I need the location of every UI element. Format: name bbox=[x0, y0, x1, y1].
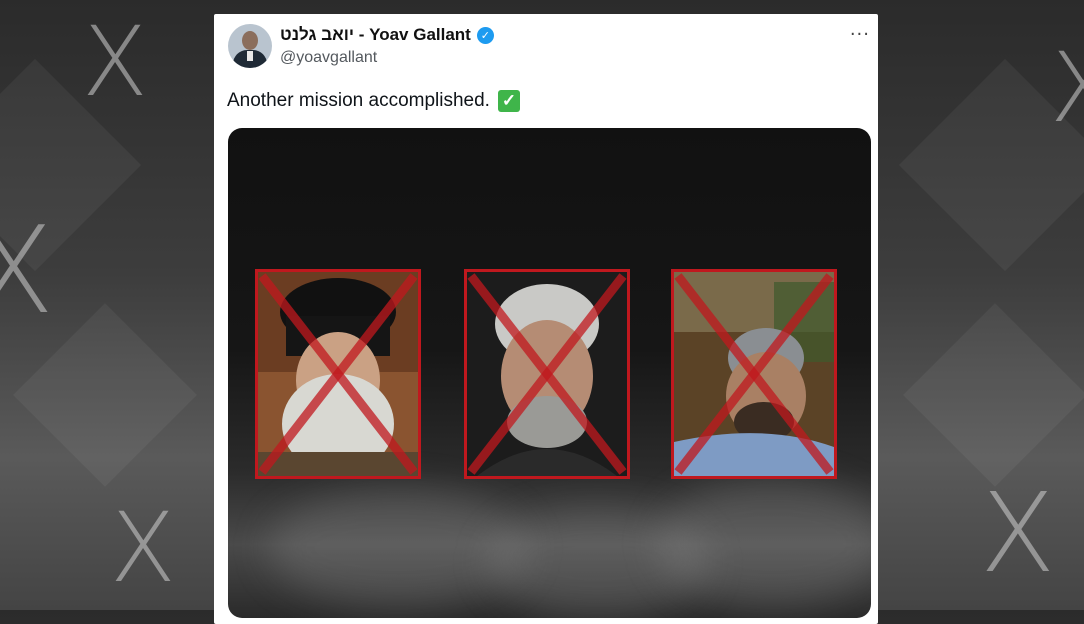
tweet-text: Another mission accomplished. bbox=[227, 90, 490, 111]
x-logo-icon: X bbox=[82, 6, 148, 118]
avatar[interactable] bbox=[228, 24, 272, 68]
smoke-cloud bbox=[268, 488, 528, 608]
smoke-cloud bbox=[658, 478, 871, 608]
crossed-portrait-1 bbox=[255, 269, 421, 479]
check-mark-icon: ✓ bbox=[497, 90, 520, 112]
author-name[interactable]: יואב גלנט - Yoav Gallant bbox=[280, 25, 471, 45]
avatar-shirt bbox=[247, 51, 253, 61]
avatar-head bbox=[242, 31, 258, 50]
cross-out-mark bbox=[674, 273, 834, 475]
background-tile bbox=[903, 303, 1084, 487]
cross-out-mark bbox=[258, 273, 418, 475]
more-options-icon[interactable]: ··· bbox=[850, 24, 870, 45]
cross-out-mark bbox=[467, 273, 627, 475]
tweet-media-image[interactable] bbox=[228, 128, 871, 618]
author-handle[interactable]: @yoavgallant bbox=[280, 49, 377, 67]
tweet-card: יואב גלנט - Yoav Gallant ✓ @yoavgallant … bbox=[214, 14, 878, 624]
verified-badge-icon: ✓ bbox=[476, 26, 494, 44]
x-logo-icon: X bbox=[0, 202, 55, 341]
tweet-text-row: Another mission accomplished. ✓ bbox=[227, 90, 520, 112]
crossed-portrait-3 bbox=[671, 269, 837, 479]
crossed-portrait-2 bbox=[464, 269, 630, 479]
x-logo-icon: X bbox=[980, 469, 1056, 597]
x-logo-icon: X bbox=[1050, 32, 1084, 144]
x-logo-icon: X bbox=[110, 492, 176, 604]
author-row: יואב גלנט - Yoav Gallant ✓ bbox=[280, 25, 494, 45]
